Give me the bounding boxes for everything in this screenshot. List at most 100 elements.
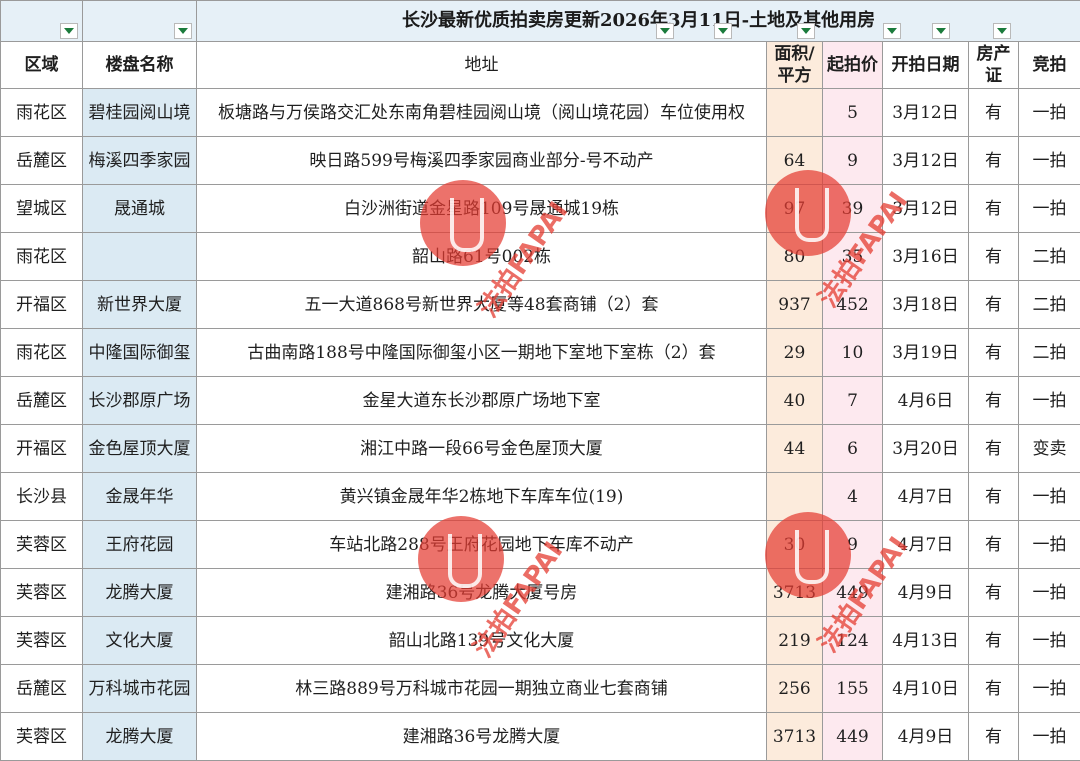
cell-price[interactable]: 9 [823,521,883,569]
filter-dropdown-icon[interactable] [174,23,192,39]
cell-cert[interactable]: 有 [969,473,1019,521]
cell-price[interactable]: 4 [823,473,883,521]
cell-address[interactable]: 车站北路288号王府花园地下车库不动产 [197,521,767,569]
cell-district[interactable]: 开福区 [1,281,83,329]
cell-district[interactable]: 雨花区 [1,329,83,377]
cell-district[interactable]: 开福区 [1,425,83,473]
cell-round[interactable]: 一拍 [1019,569,1080,617]
cell-district[interactable]: 长沙县 [1,473,83,521]
cell-project[interactable]: 金色屋顶大厦 [83,425,197,473]
header-project[interactable]: 楼盘名称 [83,42,197,89]
cell-price[interactable]: 39 [823,185,883,233]
cell-date[interactable]: 3月19日 [883,329,969,377]
cell-cert[interactable]: 有 [969,281,1019,329]
cell-cert[interactable]: 有 [969,185,1019,233]
cell-area[interactable]: 64 [767,137,823,185]
filter-dropdown-icon[interactable] [883,23,901,39]
cell-cert[interactable]: 有 [969,377,1019,425]
cell-price[interactable]: 155 [823,665,883,713]
cell-round[interactable]: 二拍 [1019,329,1080,377]
cell-area[interactable]: 3713 [767,713,823,761]
cell-date[interactable]: 4月6日 [883,377,969,425]
cell-district[interactable]: 芙蓉区 [1,521,83,569]
cell-project[interactable]: 金晟年华 [83,473,197,521]
filter-dropdown-icon[interactable] [60,23,78,39]
cell-date[interactable]: 3月12日 [883,89,969,137]
filter-dropdown-icon[interactable] [797,23,815,39]
cell-project[interactable] [83,233,197,281]
cell-project[interactable]: 碧桂园阅山境 [83,89,197,137]
cell-address[interactable]: 韶山路61号002栋 [197,233,767,281]
cell-round[interactable]: 一拍 [1019,185,1080,233]
header-date[interactable]: 开拍日期 [883,42,969,89]
cell-area[interactable]: 40 [767,377,823,425]
cell-cert[interactable]: 有 [969,569,1019,617]
cell-area[interactable]: 256 [767,665,823,713]
cell-area[interactable]: 219 [767,617,823,665]
cell-date[interactable]: 4月7日 [883,473,969,521]
cell-cert[interactable]: 有 [969,425,1019,473]
cell-address[interactable]: 林三路889号万科城市花园一期独立商业七套商铺 [197,665,767,713]
cell-address[interactable]: 韶山北路139号文化大厦 [197,617,767,665]
cell-address[interactable]: 白沙洲街道金星路109号晟通城19栋 [197,185,767,233]
filter-dropdown-icon[interactable] [993,23,1011,39]
cell-price[interactable]: 7 [823,377,883,425]
filter-dropdown-icon[interactable] [714,23,732,39]
cell-cert[interactable]: 有 [969,329,1019,377]
cell-round[interactable]: 变卖 [1019,425,1080,473]
cell-cert[interactable]: 有 [969,713,1019,761]
header-district[interactable]: 区域 [1,42,83,89]
cell-area[interactable]: 29 [767,329,823,377]
cell-area[interactable]: 97 [767,185,823,233]
header-price[interactable]: 起拍价 [823,42,883,89]
cell-address[interactable]: 建湘路36号龙腾大厦号房 [197,569,767,617]
cell-price[interactable]: 10 [823,329,883,377]
cell-price[interactable]: 452 [823,281,883,329]
cell-project[interactable]: 万科城市花园 [83,665,197,713]
cell-round[interactable]: 一拍 [1019,89,1080,137]
cell-address[interactable]: 金星大道东长沙郡原广场地下室 [197,377,767,425]
cell-project[interactable]: 龙腾大厦 [83,569,197,617]
cell-project[interactable]: 文化大厦 [83,617,197,665]
header-area[interactable]: 面积/平方 [767,42,823,89]
cell-round[interactable]: 二拍 [1019,233,1080,281]
cell-project[interactable]: 新世界大厦 [83,281,197,329]
cell-price[interactable]: 35 [823,233,883,281]
cell-round[interactable]: 一拍 [1019,665,1080,713]
cell-area[interactable]: 80 [767,233,823,281]
cell-price[interactable]: 9 [823,137,883,185]
cell-address[interactable]: 板塘路与万侯路交汇处东南角碧桂园阅山境（阅山境花园）车位使用权 [197,89,767,137]
cell-cert[interactable]: 有 [969,617,1019,665]
cell-date[interactable]: 3月16日 [883,233,969,281]
cell-district[interactable]: 岳麓区 [1,137,83,185]
header-cert[interactable]: 房产证 [969,42,1019,89]
cell-date[interactable]: 4月7日 [883,521,969,569]
cell-round[interactable]: 二拍 [1019,281,1080,329]
cell-date[interactable]: 3月18日 [883,281,969,329]
cell-address[interactable]: 古曲南路188号中隆国际御玺小区一期地下室地下室栋（2）套 [197,329,767,377]
cell-address[interactable]: 黄兴镇金晟年华2栋地下车库车位(19) [197,473,767,521]
cell-price[interactable]: 449 [823,569,883,617]
cell-round[interactable]: 一拍 [1019,473,1080,521]
cell-area[interactable]: 937 [767,281,823,329]
cell-cert[interactable]: 有 [969,89,1019,137]
cell-district[interactable]: 芙蓉区 [1,713,83,761]
cell-date[interactable]: 4月9日 [883,713,969,761]
cell-address[interactable]: 湘江中路一段66号金色屋顶大厦 [197,425,767,473]
cell-area[interactable] [767,473,823,521]
cell-district[interactable]: 芙蓉区 [1,569,83,617]
cell-project[interactable]: 晟通城 [83,185,197,233]
filter-dropdown-icon[interactable] [932,23,950,39]
cell-area[interactable] [767,89,823,137]
cell-date[interactable]: 3月20日 [883,425,969,473]
cell-round[interactable]: 一拍 [1019,137,1080,185]
cell-project[interactable]: 王府花园 [83,521,197,569]
cell-cert[interactable]: 有 [969,665,1019,713]
cell-area[interactable]: 3713 [767,569,823,617]
cell-round[interactable]: 一拍 [1019,521,1080,569]
cell-project[interactable]: 龙腾大厦 [83,713,197,761]
cell-address[interactable]: 五一大道868号新世界大厦等48套商铺（2）套 [197,281,767,329]
cell-date[interactable]: 4月13日 [883,617,969,665]
cell-project[interactable]: 梅溪四季家园 [83,137,197,185]
cell-round[interactable]: 一拍 [1019,377,1080,425]
